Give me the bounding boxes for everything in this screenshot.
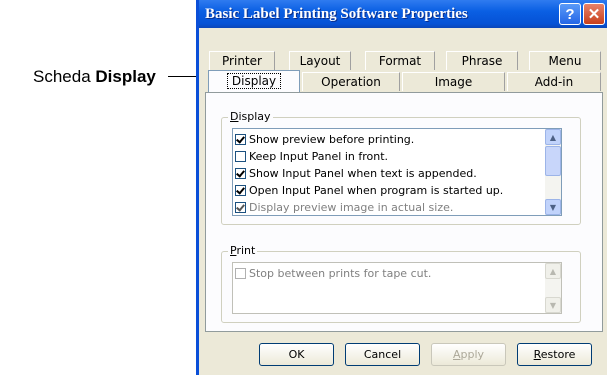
ok-button[interactable]: OK bbox=[259, 343, 334, 366]
display-options-list[interactable]: Show preview before printing. Keep Input… bbox=[232, 128, 562, 216]
option-keep-input-panel-label: Keep Input Panel in front. bbox=[249, 150, 389, 163]
option-show-input-panel-label: Show Input Panel when text is appended. bbox=[249, 167, 477, 180]
restore-button-accel: R bbox=[533, 348, 541, 361]
print-options-list: Stop between prints for tape cut. ▲ ▼ bbox=[232, 262, 562, 314]
tab-add-in[interactable]: Add-in bbox=[507, 72, 601, 91]
display-list-scrollbar[interactable]: ▲ ▼ bbox=[545, 129, 561, 215]
option-open-input-panel[interactable]: Open Input Panel when program is started… bbox=[235, 182, 503, 199]
scroll-thumb[interactable] bbox=[545, 146, 561, 176]
window-title: Basic Label Printing Software Properties bbox=[205, 6, 468, 22]
option-actual-size: Display preview image in actual size. bbox=[235, 199, 453, 216]
scroll-up-disabled-icon: ▲ bbox=[545, 263, 561, 279]
callout-bold: Display bbox=[95, 67, 156, 86]
tab-operation-label: Operation bbox=[321, 75, 381, 89]
help-icon[interactable]: ? bbox=[559, 3, 581, 25]
display-group-title: Display bbox=[228, 110, 273, 123]
title-bar[interactable]: Basic Label Printing Software Properties… bbox=[199, 0, 607, 28]
option-open-input-panel-label: Open Input Panel when program is started… bbox=[249, 184, 504, 197]
checkbox-show-input-panel[interactable] bbox=[235, 168, 246, 179]
checkbox-show-preview[interactable] bbox=[235, 134, 246, 145]
tab-format[interactable]: Format bbox=[365, 51, 435, 70]
option-show-preview-label: Show preview before printing. bbox=[249, 133, 415, 146]
tab-display-label: Display bbox=[226, 73, 282, 89]
callout-prefix: Scheda bbox=[33, 67, 96, 86]
tab-add-in-label: Add-in bbox=[534, 75, 574, 89]
checkbox-stop-between-prints bbox=[235, 268, 246, 279]
option-stop-between-prints-label: Stop between prints for tape cut. bbox=[249, 267, 432, 280]
tab-printer-label: Printer bbox=[222, 54, 262, 68]
restore-button[interactable]: Restore bbox=[517, 343, 592, 366]
callout-label: Scheda Display bbox=[33, 67, 156, 87]
option-keep-input-panel[interactable]: Keep Input Panel in front. bbox=[235, 148, 388, 165]
tab-format-label: Format bbox=[378, 54, 422, 68]
properties-dialog: Basic Label Printing Software Properties… bbox=[196, 0, 607, 375]
checkbox-actual-size bbox=[235, 202, 246, 213]
tab-layout[interactable]: Layout bbox=[289, 51, 351, 70]
option-show-input-panel[interactable]: Show Input Panel when text is appended. bbox=[235, 165, 477, 182]
display-group-title-rest: isplay bbox=[238, 110, 271, 123]
checkbox-open-input-panel[interactable] bbox=[235, 185, 246, 196]
scroll-down-disabled-icon: ▼ bbox=[545, 297, 561, 313]
apply-button-accel: A bbox=[452, 348, 461, 361]
cancel-button-label: Cancel bbox=[363, 348, 402, 361]
option-actual-size-label: Display preview image in actual size. bbox=[249, 201, 454, 214]
tab-image-label: Image bbox=[434, 75, 473, 89]
display-group: Display Show preview before printing. Ke… bbox=[221, 110, 581, 225]
scroll-up-icon[interactable]: ▲ bbox=[545, 129, 561, 145]
print-group-title: Print bbox=[228, 244, 258, 257]
tab-display[interactable]: Display bbox=[208, 70, 300, 92]
print-group-title-rest: rint bbox=[236, 244, 256, 257]
display-tab-page: Display Show preview before printing. Ke… bbox=[205, 92, 603, 332]
scroll-down-icon[interactable]: ▼ bbox=[545, 199, 561, 215]
tab-menu-label: Menu bbox=[548, 54, 582, 68]
restore-button-label: estore bbox=[540, 348, 576, 361]
print-list-scrollbar: ▲ ▼ bbox=[545, 263, 561, 313]
option-stop-between-prints: Stop between prints for tape cut. bbox=[235, 265, 431, 282]
apply-button: Apply bbox=[431, 343, 506, 366]
tab-operation[interactable]: Operation bbox=[302, 72, 400, 91]
apply-button-label: pply bbox=[460, 348, 485, 361]
ok-button-label: OK bbox=[288, 348, 305, 361]
tab-menu[interactable]: Menu bbox=[529, 51, 601, 70]
close-icon[interactable]: ✕ bbox=[583, 3, 605, 25]
tab-phrase-label: Phrase bbox=[461, 54, 503, 68]
option-show-preview[interactable]: Show preview before printing. bbox=[235, 131, 414, 148]
cancel-button[interactable]: Cancel bbox=[345, 343, 420, 366]
checkbox-keep-input-panel[interactable] bbox=[235, 151, 246, 162]
tab-layout-label: Layout bbox=[299, 54, 341, 68]
tab-printer[interactable]: Printer bbox=[209, 51, 275, 70]
tab-image[interactable]: Image bbox=[402, 72, 505, 91]
print-group: Print Stop between prints for tape cut. … bbox=[221, 244, 581, 323]
tab-phrase[interactable]: Phrase bbox=[446, 51, 518, 70]
